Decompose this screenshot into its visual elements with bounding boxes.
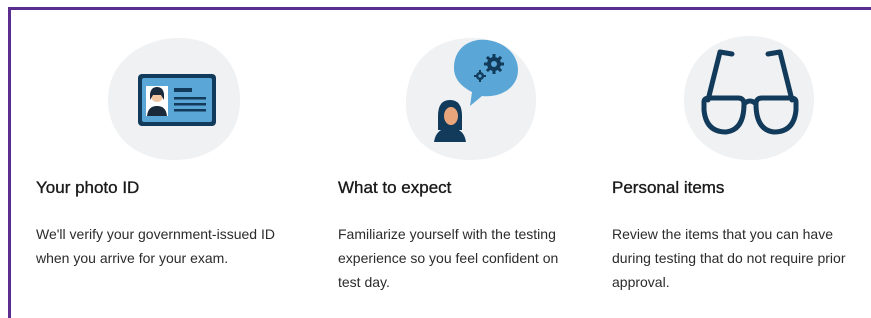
card-personal-items: Personal items Review the items that you… [612, 0, 857, 318]
card-what-to-expect: What to expect Familiarize yourself with… [338, 0, 578, 318]
card-title: Personal items [612, 178, 725, 197]
glasses-icon [674, 30, 824, 170]
card-title: What to expect [338, 178, 452, 197]
content-frame: Your photo ID We'll verify your governme… [0, 0, 871, 318]
speech-bubble-gears-icon [396, 30, 546, 170]
card-title: Your photo ID [36, 178, 140, 197]
card-body: Review the items that you can have durin… [612, 226, 846, 290]
card-body: Familiarize yourself with the testing ex… [338, 226, 559, 290]
frame-border-left [8, 7, 11, 318]
card-body: We'll verify your government-issued ID w… [36, 226, 275, 266]
card-photo-id: Your photo ID We'll verify your governme… [36, 0, 306, 318]
photo-id-card-icon [100, 30, 250, 170]
